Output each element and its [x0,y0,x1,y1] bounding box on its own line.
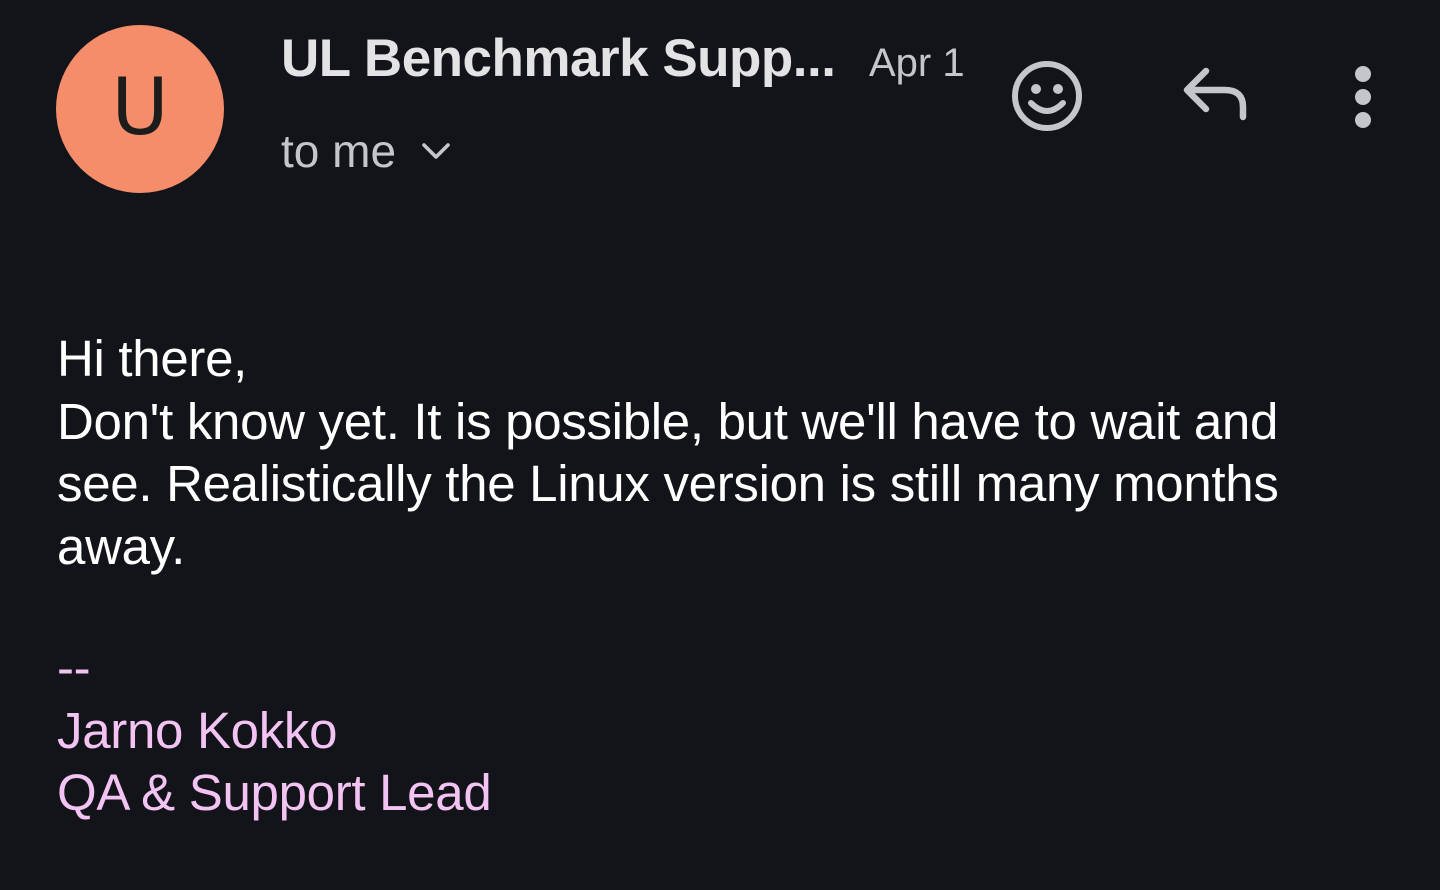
email-date: Apr 1 [869,41,965,85]
recipient-label: to me [281,125,397,177]
smiley-icon [1012,61,1082,131]
reply-icon [1183,67,1247,121]
sender-row: UL Benchmark Supp... Apr 1 [281,28,965,92]
add-reaction-button[interactable] [1008,57,1086,135]
message-text: Don't know yet. It is possible, but we'l… [57,392,1279,575]
sender-avatar[interactable]: U [56,25,224,193]
chevron-down-icon [420,135,452,167]
signature-title: QA & Support Lead [57,764,492,821]
sender-name[interactable]: UL Benchmark Supp... [281,28,841,89]
recipient-details-toggle[interactable]: to me [281,124,452,178]
more-options-button[interactable] [1338,57,1388,137]
email-signature: -- Jarno Kokko QA & Support Lead [57,637,492,825]
email-view: U UL Benchmark Supp... Apr 1 to me Hi th… [0,0,1440,890]
signature-name: Jarno Kokko [57,701,338,759]
email-body: Hi there, Don't know yet. It is possible… [57,328,1377,578]
avatar-letter: U [111,63,169,153]
greeting-text: Hi there, [57,330,248,387]
more-vert-icon [1355,66,1371,128]
reply-button[interactable] [1176,60,1256,130]
signature-separator: -- [57,639,91,696]
